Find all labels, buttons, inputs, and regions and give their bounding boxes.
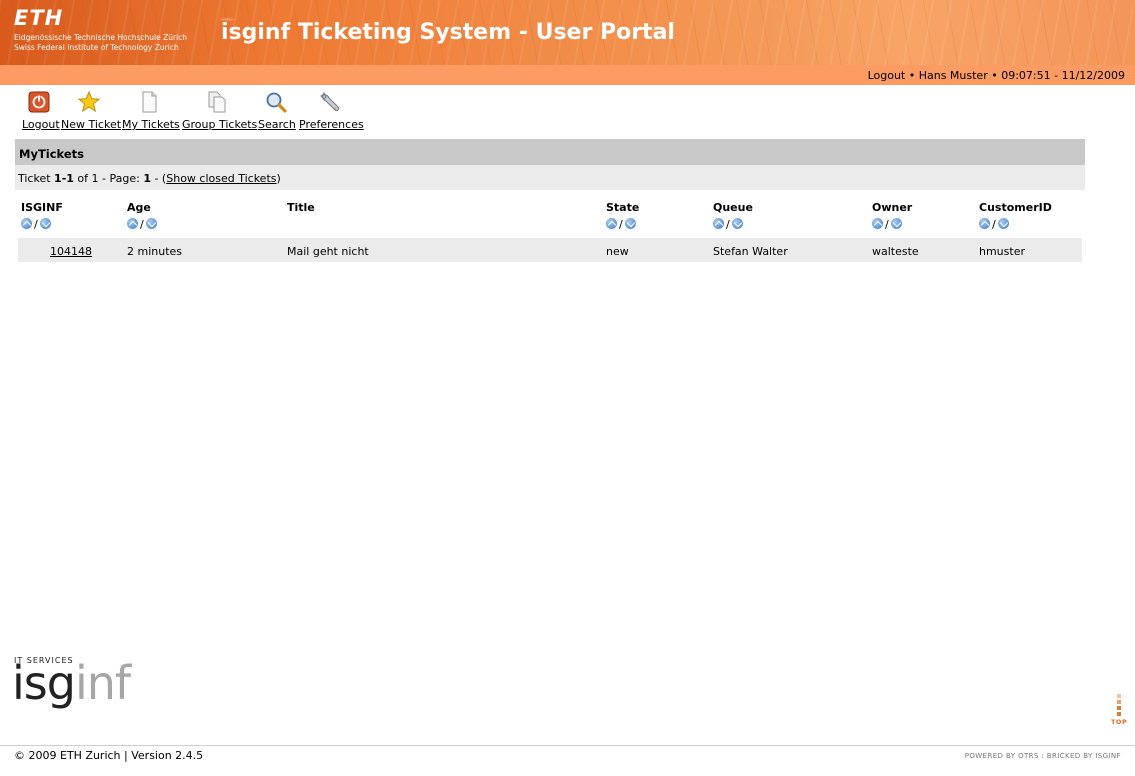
nav-label: Logout [22, 118, 60, 131]
info-separator: • [987, 69, 1002, 82]
column-header-customerid: CustomerID [979, 201, 1052, 214]
sort-separator: / [992, 218, 996, 231]
logo-dark-part: isg [12, 656, 76, 710]
nav-label: Preferences [299, 118, 364, 131]
user-info: Logout • Hans Muster • 09:07:51 - 11/12/… [868, 69, 1125, 82]
logout-link[interactable]: Logout [868, 69, 906, 82]
sort-separator: / [619, 218, 623, 231]
wrench-icon [320, 92, 340, 112]
copyright-text: © 2009 ETH Zurich | Version 2.4.5 [14, 749, 204, 762]
nav-search[interactable]: Search [258, 91, 296, 131]
sort-descending-icon[interactable] [624, 218, 636, 229]
column-header-state: State [606, 201, 640, 214]
nav-group-tickets[interactable]: Group Tickets [182, 91, 258, 131]
eth-line-1: Eidgenössische Technische Hochschule Zür… [14, 33, 188, 42]
sort-descending-icon[interactable] [731, 218, 743, 229]
pager-range: 1-1 [54, 172, 74, 185]
nav-label: Search [258, 118, 296, 131]
pager: Ticket 1-1 of 1 - Page: 1 - (Show closed… [15, 165, 1085, 190]
column-header-owner: Owner [872, 201, 913, 214]
sort-controls-age: / [127, 218, 157, 232]
nav-label: New Ticket [61, 118, 122, 131]
documents-icon [208, 91, 226, 113]
top-arrow-icon [1111, 694, 1127, 716]
cell-owner: walteste [872, 245, 919, 258]
star-icon [77, 91, 100, 113]
sort-descending-icon[interactable] [39, 218, 51, 229]
cell-queue: Stefan Walter [713, 245, 788, 258]
magnifier-icon [266, 92, 287, 113]
sort-controls-isginf: / [21, 218, 51, 232]
sort-descending-icon[interactable] [997, 218, 1009, 229]
logo-wordmark: isginf [12, 660, 131, 706]
pager-prefix: Ticket [18, 172, 55, 185]
pager-of: of 1 - Page: [73, 172, 144, 185]
eth-mark: ETH [14, 6, 64, 30]
sort-controls-owner: / [872, 218, 902, 232]
sort-ascending-icon[interactable] [606, 218, 617, 229]
nav-new-ticket[interactable]: New Ticket [61, 91, 122, 131]
info-bar: Logout • Hans Muster • 09:07:51 - 11/12/… [0, 65, 1135, 85]
sort-descending-icon[interactable] [145, 218, 157, 229]
sort-controls-customerid: / [979, 218, 1009, 232]
sort-ascending-icon[interactable] [713, 218, 724, 229]
nav-preferences[interactable]: Preferences [299, 91, 364, 131]
cell-title: Mail geht nicht [287, 245, 369, 258]
nav-my-tickets[interactable]: My Tickets [122, 91, 180, 131]
logo-light-part: inf [74, 656, 131, 710]
cell-age: 2 minutes [127, 245, 183, 258]
sort-separator: / [885, 218, 889, 231]
sort-controls-state: / [606, 218, 636, 232]
back-to-top-link[interactable]: TOP [1111, 694, 1127, 730]
column-header-title: Title [287, 201, 315, 214]
cell-ticket-number: 104148 [50, 245, 92, 258]
section-title: MyTickets [15, 139, 1085, 165]
sort-ascending-icon[interactable] [979, 218, 990, 229]
date-time: 09:07:51 - 11/12/2009 [1001, 69, 1125, 82]
sort-ascending-icon[interactable] [127, 218, 138, 229]
nav-label: My Tickets [122, 118, 180, 131]
sort-separator: / [34, 218, 38, 231]
cell-state: new [606, 245, 629, 258]
column-header-isginf: ISGINF [21, 201, 63, 214]
isginf-logo: IT SERVICES isginf [12, 654, 168, 716]
power-icon [28, 91, 50, 113]
site-title: isginf Ticketing System - User Portal [221, 20, 675, 45]
ticket-number-link[interactable]: 104148 [50, 245, 92, 258]
sort-descending-icon[interactable] [890, 218, 902, 229]
header-banner: ETH Eidgenössische Technische Hochschule… [0, 0, 1135, 65]
sort-separator: / [140, 218, 144, 231]
show-closed-tickets-link[interactable]: Show closed Tickets [166, 172, 276, 185]
powered-by-text: POWERED BY OTRS : BRICKED BY ISGINF [964, 752, 1121, 760]
table-row[interactable]: 104148 2 minutes Mail geht nicht new Ste… [18, 238, 1082, 262]
user-name: Hans Muster [918, 69, 988, 82]
pager-dash: - ( [150, 172, 167, 185]
eth-line-2: Swiss Federal Institute of Technology Zu… [14, 43, 179, 52]
footer-divider [0, 745, 1135, 746]
column-header-age: Age [127, 201, 151, 214]
info-separator: • [905, 69, 919, 82]
sort-separator: / [726, 218, 730, 231]
column-header-queue: Queue [713, 201, 753, 214]
pager-suffix: ) [276, 172, 281, 185]
cell-customerid: hmuster [979, 245, 1025, 258]
eth-logo: ETH Eidgenössische Technische Hochschule… [14, 8, 187, 53]
sort-ascending-icon[interactable] [21, 218, 32, 229]
nav-label: Group Tickets [182, 118, 258, 131]
sort-controls-queue: / [713, 218, 743, 232]
top-label: TOP [1111, 718, 1128, 726]
pager-page: 1 [143, 172, 151, 185]
sort-ascending-icon[interactable] [872, 218, 883, 229]
nav-logout[interactable]: Logout [22, 91, 60, 131]
document-icon [142, 91, 157, 113]
